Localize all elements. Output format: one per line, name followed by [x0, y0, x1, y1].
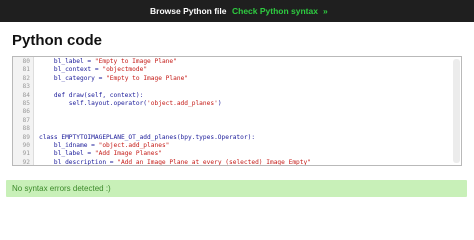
- code-line: 82 bl_category = "Empty to Image Plane": [13, 75, 453, 83]
- code-line: 81 bl_context = "objectmode": [13, 66, 453, 74]
- code-token: class EMPTYTOIMAGEPLANE_OT_add_planes(bp…: [39, 133, 256, 141]
- line-number: 82: [22, 74, 30, 82]
- code-string-token: "Add an Image Plane at every (selected) …: [117, 158, 311, 166]
- code-line: 88: [13, 125, 453, 133]
- line-number: 89: [22, 133, 30, 141]
- code-line: 92 bl_description = "Add an Image Plane …: [13, 158, 453, 166]
- code-string-token: "object.add_planes": [98, 141, 170, 149]
- line-number: 90: [22, 141, 30, 149]
- line-number: 91: [22, 150, 30, 158]
- check-python-syntax-link[interactable]: Check Python syntax »: [232, 0, 328, 22]
- code-token: bl_category =: [39, 74, 107, 82]
- code-token: ): [217, 99, 222, 107]
- code-line: 89 class EMPTYTOIMAGEPLANE_OT_add_planes(…: [13, 134, 453, 142]
- page-title: Python code: [12, 32, 103, 49]
- code-line: 86: [13, 108, 453, 116]
- code-line: 85 self.layout.operator('object.add_plan…: [13, 100, 453, 108]
- line-number: 85: [22, 99, 30, 107]
- line-number: 84: [22, 91, 30, 99]
- code-string-token: "objectmode": [102, 66, 148, 74]
- line-number: 87: [22, 116, 30, 124]
- code-line: 87: [13, 117, 453, 125]
- code-line: 84 def draw(self, context):: [13, 92, 453, 100]
- line-number: 86: [22, 108, 30, 116]
- line-number: 81: [22, 66, 30, 74]
- code-token: def draw(self, context):: [39, 91, 144, 99]
- syntax-status-message: No syntax errors detected :): [12, 184, 111, 193]
- line-number: 83: [22, 83, 30, 91]
- double-chevron-right-icon: »: [322, 6, 328, 16]
- browse-python-file-link[interactable]: Browse Python file: [150, 0, 227, 22]
- code-line: 91 bl_label = "Add Image Planes": [13, 150, 453, 158]
- top-navigation-bar: Browse Python file Check Python syntax »: [0, 0, 474, 22]
- code-scrollbar[interactable]: [453, 59, 460, 163]
- code-line: 83: [13, 83, 453, 91]
- line-number: 88: [22, 125, 30, 133]
- code-string-token: "Add Image Planes": [94, 150, 162, 158]
- code-string-token: 'object.add_planes': [147, 99, 218, 107]
- syntax-status-banner: No syntax errors detected :): [6, 180, 467, 197]
- line-number: 92: [22, 158, 30, 166]
- check-python-syntax-label: Check Python syntax: [232, 6, 318, 16]
- code-line: 80 bl_label = "Empty to Image Plane": [13, 58, 453, 66]
- code-editor[interactable]: 80 bl_label = "Empty to Image Plane" 81 b…: [12, 56, 462, 166]
- code-line: 90 bl_idname = "object.add_planes": [13, 142, 453, 150]
- code-string-token: "Empty to Image Plane": [94, 58, 177, 65]
- code-token: bl_idname =: [39, 141, 99, 149]
- code-token: bl_label =: [39, 150, 95, 158]
- code-token: self.layout.operator(: [39, 99, 148, 107]
- code-lines: 80 bl_label = "Empty to Image Plane" 81 b…: [13, 58, 453, 166]
- line-number: 80: [22, 58, 30, 65]
- code-token: bl_label =: [39, 58, 95, 65]
- code-token: bl_context =: [39, 66, 103, 74]
- code-token: bl_description =: [39, 158, 118, 166]
- code-string-token: "Empty to Image Plane": [106, 74, 189, 82]
